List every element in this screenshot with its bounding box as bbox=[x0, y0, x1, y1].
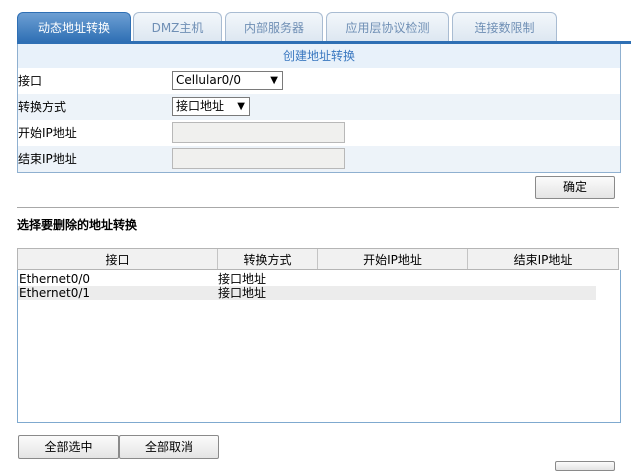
chevron-down-icon: ▼ bbox=[237, 101, 245, 112]
interface-label: 接口 bbox=[18, 74, 43, 88]
confirm-button[interactable]: 确定 bbox=[535, 176, 615, 199]
mode-select-value: 接口地址 bbox=[176, 99, 225, 113]
interface-row: 接口 Cellular0/0 ▼ bbox=[18, 68, 620, 94]
tab-dmz-host[interactable]: DMZ主机 bbox=[133, 12, 222, 41]
interface-select-value: Cellular0/0 bbox=[176, 73, 241, 87]
row-interface: Ethernet0/0 bbox=[19, 272, 91, 286]
row-mode: 接口地址 bbox=[218, 286, 267, 300]
interface-select[interactable]: Cellular0/0 ▼ bbox=[172, 71, 283, 90]
row-mode: 接口地址 bbox=[218, 272, 267, 286]
deselect-all-button[interactable]: 全部取消 bbox=[119, 435, 219, 459]
end-ip-row: 结束IP地址 bbox=[18, 146, 620, 172]
mode-select[interactable]: 接口地址 ▼ bbox=[172, 97, 250, 116]
column-header-interface: 接口 bbox=[18, 249, 218, 269]
create-nat-form: 创建地址转换 接口 Cellular0/0 ▼ 转换方式 接口地址 ▼ 开始IP… bbox=[17, 44, 621, 173]
column-header-end-ip: 结束IP地址 bbox=[513, 253, 573, 267]
nat-list[interactable]: Ethernet0/0 接口地址 Ethernet0/1 接口地址 bbox=[17, 270, 621, 423]
mode-row: 转换方式 接口地址 ▼ bbox=[18, 94, 620, 120]
column-header-start-ip: 开始IP地址 bbox=[318, 249, 468, 269]
table-header: 接口 转换方式 开始IP地址 结束IP地址 bbox=[17, 248, 619, 270]
select-all-button[interactable]: 全部选中 bbox=[18, 435, 119, 459]
delete-section-title: 选择要删除的地址转换 bbox=[17, 218, 138, 232]
start-ip-input[interactable] bbox=[172, 122, 345, 143]
row-interface: Ethernet0/1 bbox=[19, 286, 91, 300]
chevron-down-icon: ▼ bbox=[270, 75, 278, 86]
tab-connection-limit[interactable]: 连接数限制 bbox=[452, 12, 557, 41]
column-header-mode: 转换方式 bbox=[218, 249, 318, 269]
tab-internal-server[interactable]: 内部服务器 bbox=[225, 12, 323, 41]
partial-button[interactable] bbox=[555, 461, 615, 471]
start-ip-row: 开始IP地址 bbox=[18, 120, 620, 146]
form-title: 创建地址转换 bbox=[18, 44, 620, 68]
mode-label: 转换方式 bbox=[18, 100, 67, 114]
divider bbox=[17, 207, 619, 208]
table-row[interactable]: Ethernet0/0 接口地址 bbox=[18, 272, 596, 286]
end-ip-input[interactable] bbox=[172, 148, 345, 169]
end-ip-label: 结束IP地址 bbox=[18, 152, 77, 166]
table-row[interactable]: Ethernet0/1 接口地址 bbox=[18, 286, 596, 300]
tab-dynamic-nat[interactable]: 动态地址转换 bbox=[17, 12, 131, 42]
start-ip-label: 开始IP地址 bbox=[18, 126, 77, 140]
tab-alg[interactable]: 应用层协议检测 bbox=[326, 12, 449, 41]
